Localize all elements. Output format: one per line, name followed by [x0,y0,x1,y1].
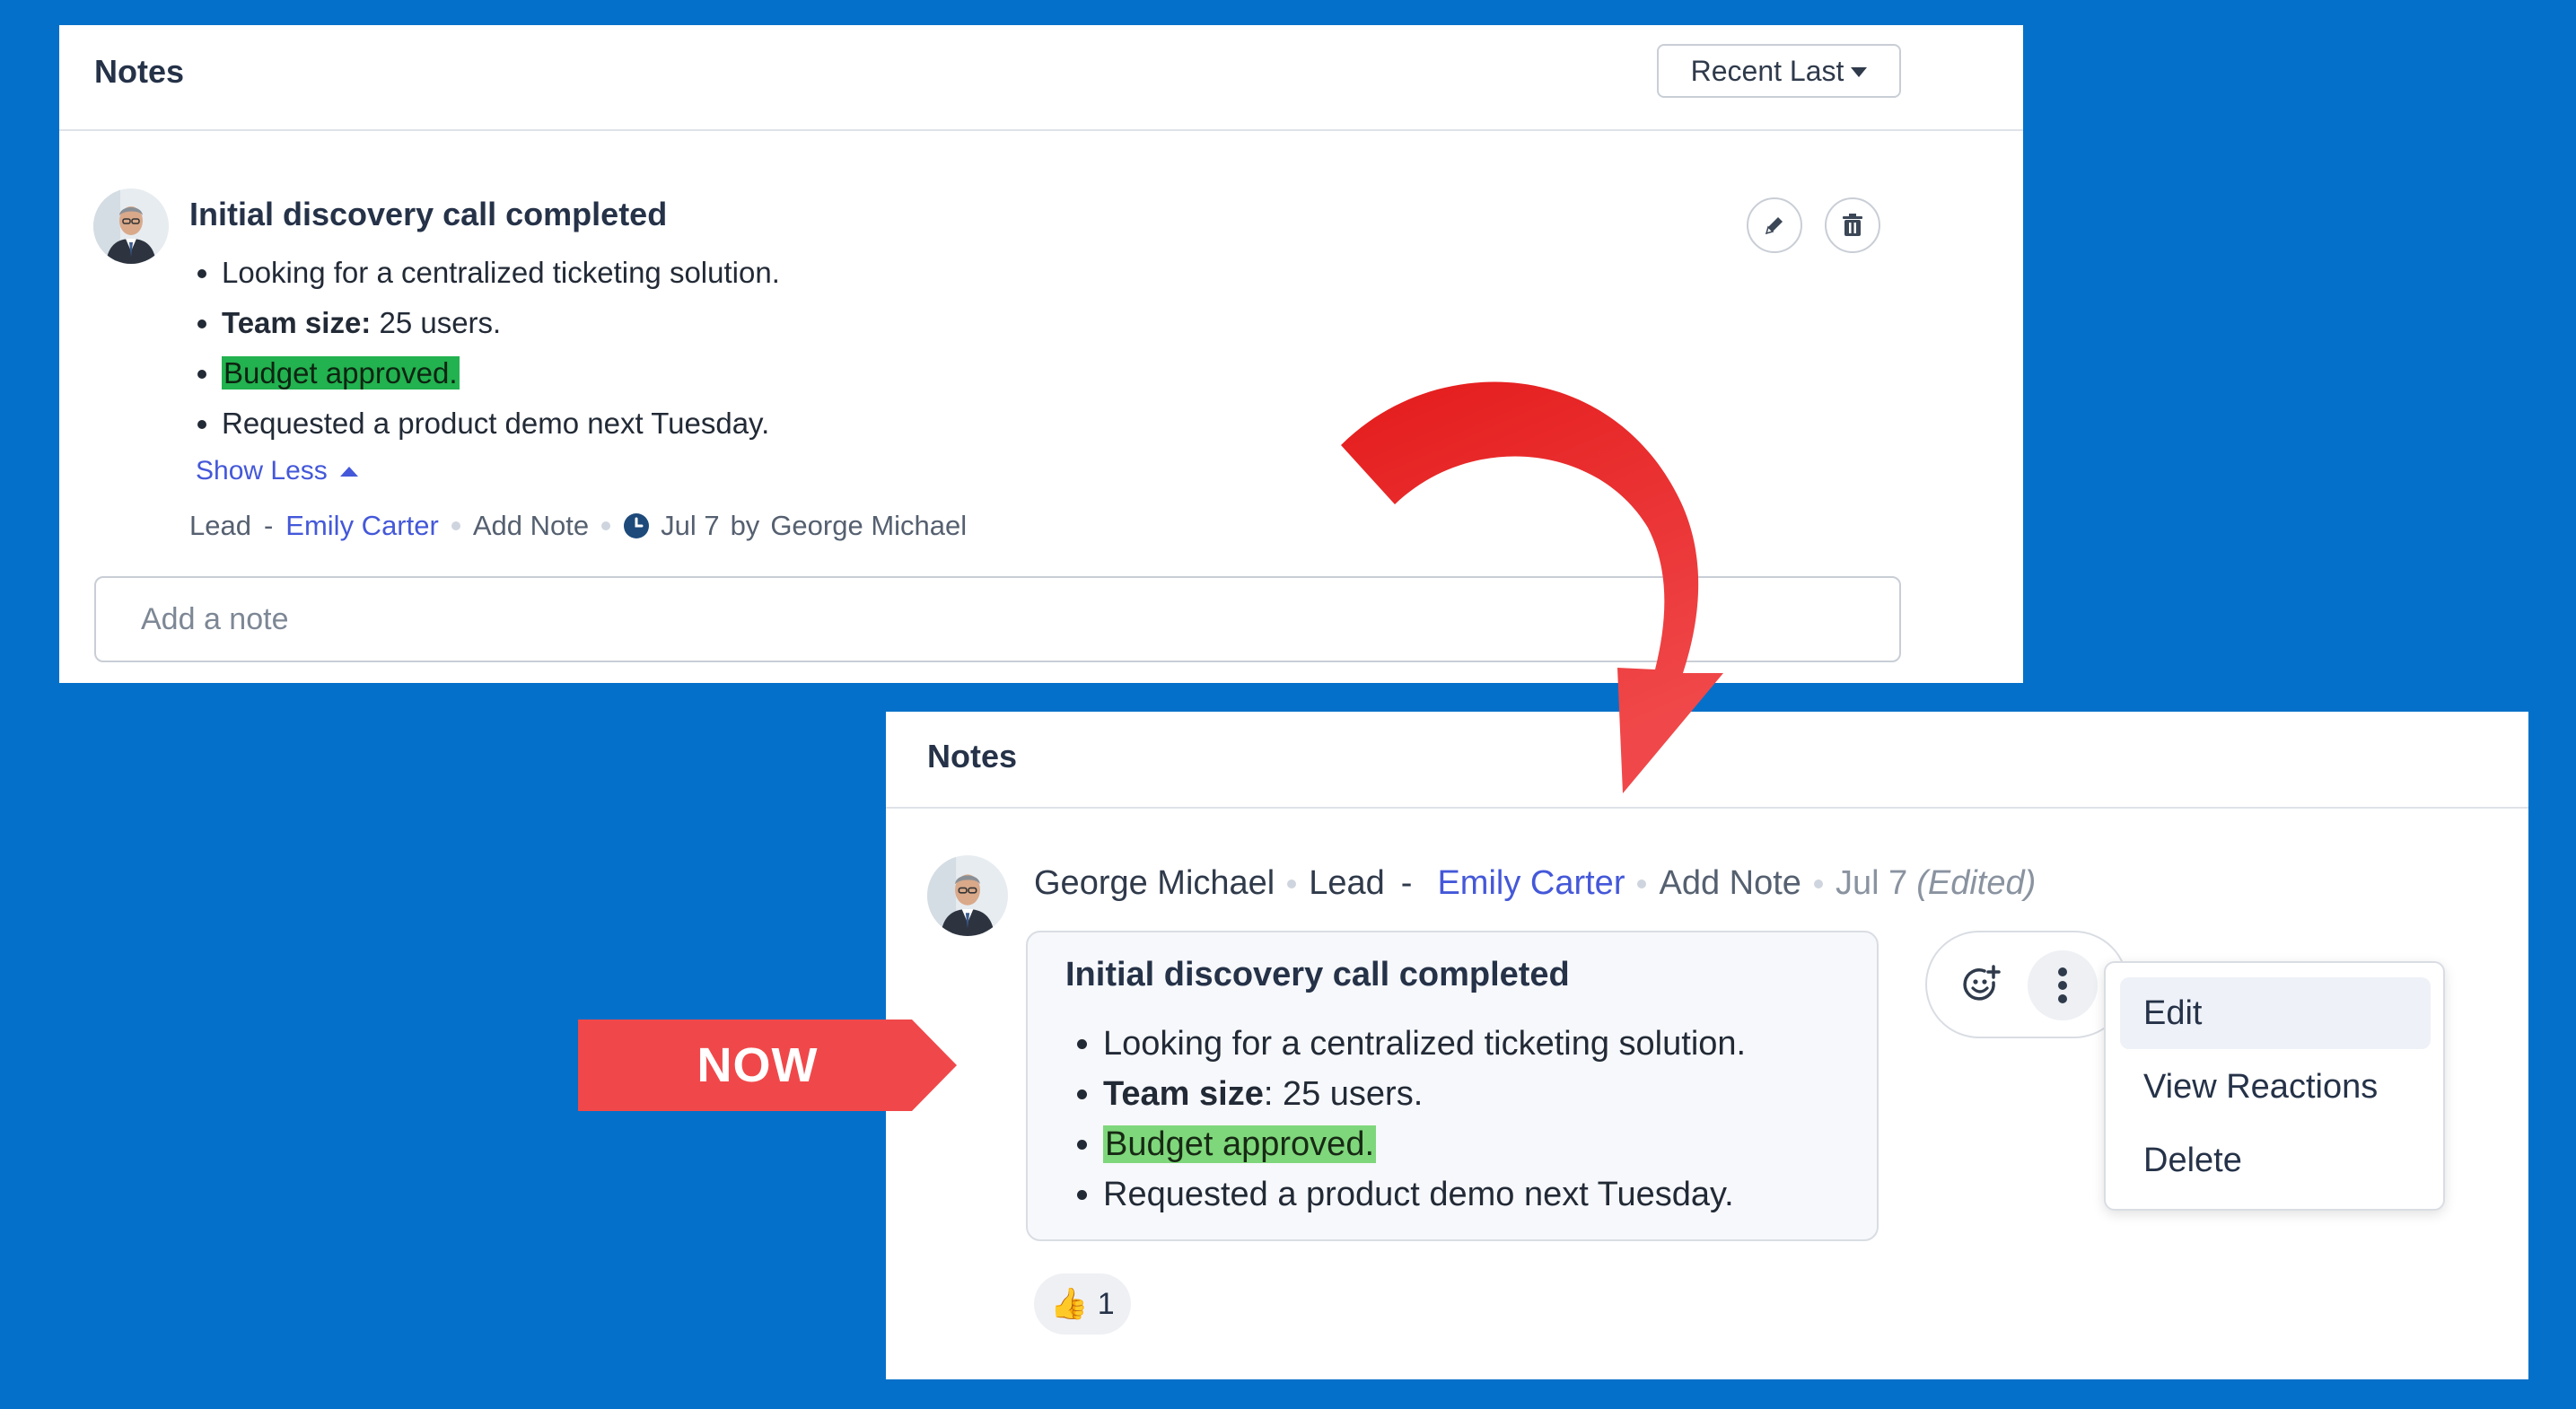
notes-title: Notes [94,53,185,90]
separator-dot [451,521,460,530]
highlighted-text: Budget approved. [1103,1125,1377,1163]
separator-dot [1637,879,1647,888]
list-item: Requested a product demo next Tuesday. [222,398,1030,449]
reaction-count: 1 [1097,1286,1115,1321]
trash-icon [1843,214,1862,236]
contact-link[interactable]: Emily Carter [1437,864,1625,903]
record-type: Lead [189,510,251,541]
note-date: Jul 7 [1835,864,1908,902]
menu-item-view-reactions[interactable]: View Reactions [2120,1051,2431,1123]
more-options-button[interactable] [2028,950,2098,1020]
add-reaction-button[interactable] [1954,958,2010,1013]
note-meta: Lead - Emily Carter Add Note Jul 7 by Ge… [189,510,968,542]
more-vertical-icon [2058,967,2067,1003]
caret-down-icon [1851,67,1868,77]
note-title: Initial discovery call completed [1065,956,1570,993]
note-author: George Michael [1034,864,1275,902]
reaction-chip[interactable]: 👍 1 [1034,1273,1131,1335]
sort-label: Recent Last [1690,54,1844,87]
add-note-placeholder: Add a note [141,601,289,636]
note-body: Looking for a centralized ticketing solu… [197,248,1030,449]
delete-note-button[interactable] [1825,197,1880,253]
note-action: Add Note [1659,864,1801,902]
caret-up-icon [339,467,358,477]
menu-item-delete[interactable]: Delete [2120,1125,2431,1196]
note-action: Add Note [472,510,590,541]
record-type: Lead [1309,864,1385,902]
notes-title: Notes [927,738,1018,775]
list-item: Looking for a centralized ticketing solu… [1103,1019,1893,1069]
separator-dot [1287,879,1297,888]
note-date: Jul 7 [661,510,720,541]
note-author: George Michael [770,510,968,541]
note-body: Looking for a centralized ticketing solu… [1078,1019,1893,1220]
separator-dot [601,521,611,530]
notes-header: Notes Recent Last [59,25,2023,131]
edited-label: (Edited) [1916,864,2037,902]
list-item: Team size: 25 users. [222,298,1030,348]
note-meta: George Michael Lead - Emily Carter Add N… [1034,864,2037,903]
list-item: Budget approved. [222,348,1030,398]
note-card: Initial discovery call completed Looking… [1026,931,1879,1241]
emoji-add-icon [1963,965,2001,1001]
list-item: Team size: 25 users. [1103,1069,1893,1119]
note-actions-pill [1925,931,2128,1038]
new-notes-panel: Notes George Michael Lead - Emily Carter… [886,712,2528,1379]
contact-link[interactable]: Emily Carter [285,510,439,542]
list-item: Budget approved. [1103,1119,1893,1169]
menu-item-edit[interactable]: Edit [2120,977,2431,1049]
show-less-link[interactable]: Show Less [196,456,360,486]
options-menu: Edit View Reactions Delete [2104,961,2445,1211]
edit-note-button[interactable] [1747,197,1802,253]
avatar [927,855,1008,936]
thumbs-up-icon: 👍 [1050,1287,1089,1321]
note-title: Initial discovery call completed [189,196,668,232]
clock-icon [624,513,650,538]
pencil-icon [1765,217,1783,235]
sort-dropdown[interactable]: Recent Last [1657,44,1901,98]
list-item: Requested a product demo next Tuesday. [1103,1169,1893,1220]
list-item: Looking for a centralized ticketing solu… [222,248,1030,298]
separator-dot [1813,879,1823,888]
highlighted-text: Budget approved. [222,356,460,389]
avatar [93,188,169,264]
now-label: NOW [697,1038,819,1092]
curved-arrow [1341,381,1723,793]
